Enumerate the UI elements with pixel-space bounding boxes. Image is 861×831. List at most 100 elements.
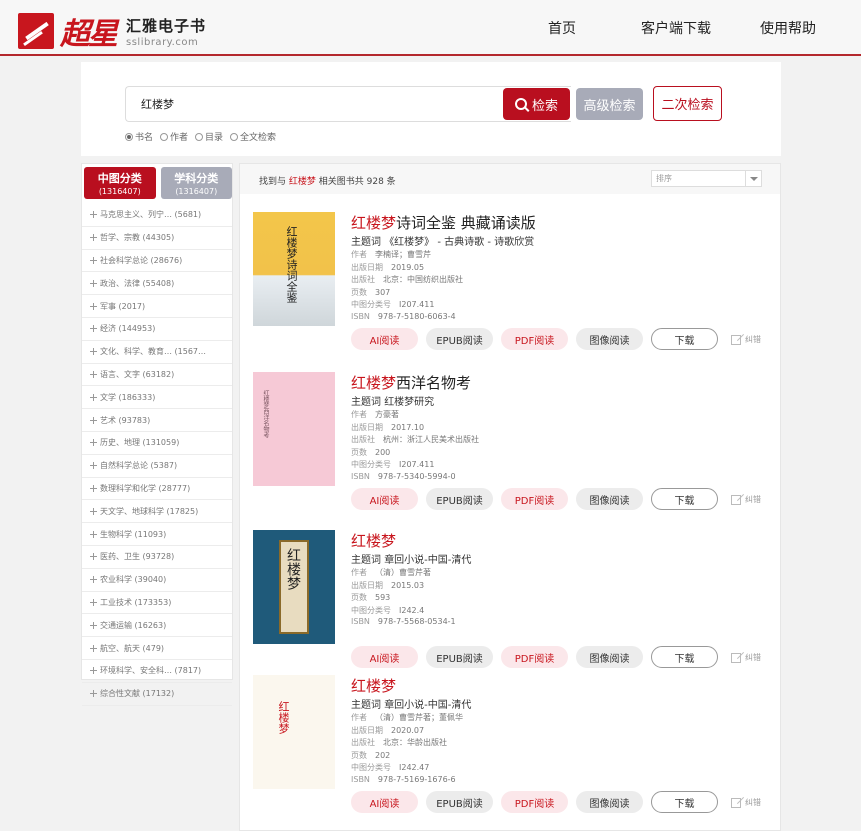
book-subject: 主题词 《红楼梦》 - 古典诗歌 - 诗歌欣赏 — [351, 237, 535, 248]
book-cover[interactable]: 红楼梦 — [253, 530, 335, 644]
option-toc[interactable]: 目录 — [195, 130, 223, 143]
download-button[interactable]: 下载 — [651, 791, 718, 813]
book-cover[interactable]: 红楼梦 — [253, 675, 335, 789]
download-button[interactable]: 下载 — [651, 488, 718, 510]
category-label: 社会科学总论 (28676) — [100, 255, 183, 265]
radio-selected-icon — [125, 132, 133, 141]
pdf-read-button[interactable]: PDF阅读 — [501, 488, 568, 510]
category-item[interactable]: 语言、文字 (63182) — [82, 364, 232, 387]
category-item[interactable]: 政治、法律 (55408) — [82, 272, 232, 296]
book-title[interactable]: 红楼梦 — [351, 530, 396, 551]
category-item[interactable]: 自然科学总论 (5387) — [82, 455, 232, 478]
epub-read-button[interactable]: EPUB阅读 — [426, 328, 493, 350]
download-button[interactable]: 下载 — [651, 328, 718, 350]
image-read-button[interactable]: 图像阅读 — [576, 328, 643, 350]
meta-publisher: 出版社 北京：中国纺织出版社 — [351, 275, 463, 285]
category-item[interactable]: 农业科学 (39040) — [82, 569, 232, 592]
book-cover[interactable]: 红楼梦诗词全鉴 — [253, 212, 335, 326]
book-item: 红楼梦 红楼梦 主题词 章回小说-中国-清代 作者 （清）曹雪芹著；董佩华 出版日期 202… — [253, 675, 773, 825]
results-panel: 找到与 红楼梦 相关图书共 928 条 排序 红楼梦诗词全鉴 红楼梦诗词全鉴 典藏… — [239, 163, 781, 831]
meta-date: 出版日期 2020.07 — [351, 725, 425, 735]
ai-read-button[interactable]: AI阅读 — [351, 646, 418, 668]
search-panel: 检索 高级检索 二次检索 书名 作者 目录 全文检索 — [81, 62, 781, 156]
image-read-button[interactable]: 图像阅读 — [576, 646, 643, 668]
book-title[interactable]: 红楼梦 — [351, 675, 396, 696]
option-author[interactable]: 作者 — [160, 130, 188, 143]
nav-home[interactable]: 首页 — [548, 18, 576, 38]
image-read-button[interactable]: 图像阅读 — [576, 488, 643, 510]
logo[interactable]: 超星 汇雅电子书 sslibrary.com — [18, 9, 206, 53]
report-error-link[interactable]: 纠错 — [731, 494, 761, 505]
book-cover[interactable]: 红楼梦西洋名物考 — [253, 372, 335, 486]
category-label: 自然科学总论 (5387) — [100, 461, 178, 471]
tab-clc-category[interactable]: 中图分类 (1316407) — [84, 167, 156, 199]
category-item[interactable]: 经济 (144953) — [82, 318, 232, 341]
nav-help[interactable]: 使用帮助 — [760, 18, 816, 38]
category-label: 马克思主义、列宁… (5681) — [100, 210, 202, 220]
category-item[interactable]: 环境科学、安全科… (7817) — [82, 660, 232, 683]
pdf-read-button[interactable]: PDF阅读 — [501, 328, 568, 350]
meta-class: 中图分类号 I242.47 — [351, 763, 430, 773]
category-item[interactable]: 数理科学和化学 (28777) — [82, 478, 232, 501]
image-read-button[interactable]: 图像阅读 — [576, 791, 643, 813]
plus-icon — [90, 211, 97, 219]
book-item: 红楼梦西洋名物考 红楼梦西洋名物考 主题词 红楼梦研究 作者 方豪著 出版日期 2017.1… — [253, 372, 773, 522]
category-item[interactable]: 交通运输 (16263) — [82, 614, 232, 638]
category-item[interactable]: 医药、卫生 (93728) — [82, 546, 232, 569]
epub-read-button[interactable]: EPUB阅读 — [426, 791, 493, 813]
report-error-link[interactable]: 纠错 — [731, 334, 761, 345]
plus-icon — [90, 507, 97, 515]
sort-select[interactable]: 排序 — [651, 170, 762, 187]
category-item[interactable]: 军事 (2017) — [82, 295, 232, 318]
plus-icon — [90, 234, 97, 242]
meta-pages: 页数 200 — [351, 447, 391, 457]
epub-read-button[interactable]: EPUB阅读 — [426, 646, 493, 668]
category-item[interactable]: 哲学、宗教 (44305) — [82, 227, 232, 250]
secondary-search-button[interactable]: 二次检索 — [653, 86, 722, 121]
report-error-link[interactable]: 纠错 — [731, 797, 761, 808]
category-item[interactable]: 文化、科学、教育… (1567… — [82, 341, 232, 364]
results-summary: 找到与 红楼梦 相关图书共 928 条 — [259, 177, 396, 187]
category-label: 军事 (2017) — [100, 301, 146, 311]
category-item[interactable]: 天文学、地球科学 (17825) — [82, 500, 232, 524]
category-label: 环境科学、安全科… (7817) — [100, 666, 202, 676]
meta-pages: 页数 202 — [351, 750, 391, 760]
report-error-link[interactable]: 纠错 — [731, 652, 761, 663]
book-item: 红楼梦 红楼梦 主题词 章回小说-中国-清代 作者 （清）曹雪芹著 出版日期 2015.03… — [253, 530, 773, 680]
category-item[interactable]: 历史、地理 (131059) — [82, 432, 232, 455]
meta-pages: 页数 593 — [351, 593, 391, 603]
category-item[interactable]: 艺术 (93783) — [82, 409, 232, 432]
book-title[interactable]: 红楼梦诗词全鉴 典藏诵读版 — [351, 212, 536, 233]
plus-icon — [90, 256, 97, 264]
category-item[interactable]: 社会科学总论 (28676) — [82, 250, 232, 273]
epub-read-button[interactable]: EPUB阅读 — [426, 488, 493, 510]
category-label: 航空、航天 (479) — [100, 643, 165, 653]
category-label: 历史、地理 (131059) — [100, 438, 180, 448]
category-item[interactable]: 航空、航天 (479) — [82, 637, 232, 660]
category-item[interactable]: 生物科学 (11093) — [82, 523, 232, 546]
category-item[interactable]: 文学 (186333) — [82, 386, 232, 410]
meta-author: 作者 （清）曹雪芹著 — [351, 568, 431, 577]
book-title[interactable]: 红楼梦西洋名物考 — [351, 372, 471, 393]
pdf-read-button[interactable]: PDF阅读 — [501, 791, 568, 813]
plus-icon — [90, 462, 97, 470]
option-fulltext[interactable]: 全文检索 — [230, 130, 276, 143]
tab-subject-category[interactable]: 学科分类 (1316407) — [160, 167, 232, 199]
radio-icon — [160, 132, 169, 141]
category-item[interactable]: 马克思主义、列宁… (5681) — [82, 204, 232, 227]
category-item[interactable]: 综合性文献 (17132) — [82, 683, 232, 706]
ai-read-button[interactable]: AI阅读 — [351, 328, 418, 350]
category-label: 哲学、宗教 (44305) — [100, 233, 175, 243]
advanced-search-button[interactable]: 高级检索 — [576, 88, 643, 120]
ai-read-button[interactable]: AI阅读 — [351, 488, 418, 510]
nav-client-download[interactable]: 客户端下载 — [641, 18, 711, 38]
search-button[interactable]: 检索 — [503, 88, 570, 120]
download-button[interactable]: 下载 — [651, 646, 718, 668]
ai-read-button[interactable]: AI阅读 — [351, 791, 418, 813]
book-actions: AI阅读 EPUB阅读 PDF阅读 图像阅读 下载 — [351, 328, 718, 350]
meta-class: 中图分类号 I242.4 — [351, 605, 425, 615]
category-item[interactable]: 工业技术 (173353) — [82, 592, 232, 615]
category-label: 语言、文字 (63182) — [100, 369, 175, 379]
pdf-read-button[interactable]: PDF阅读 — [501, 646, 568, 668]
option-title[interactable]: 书名 — [125, 130, 153, 143]
